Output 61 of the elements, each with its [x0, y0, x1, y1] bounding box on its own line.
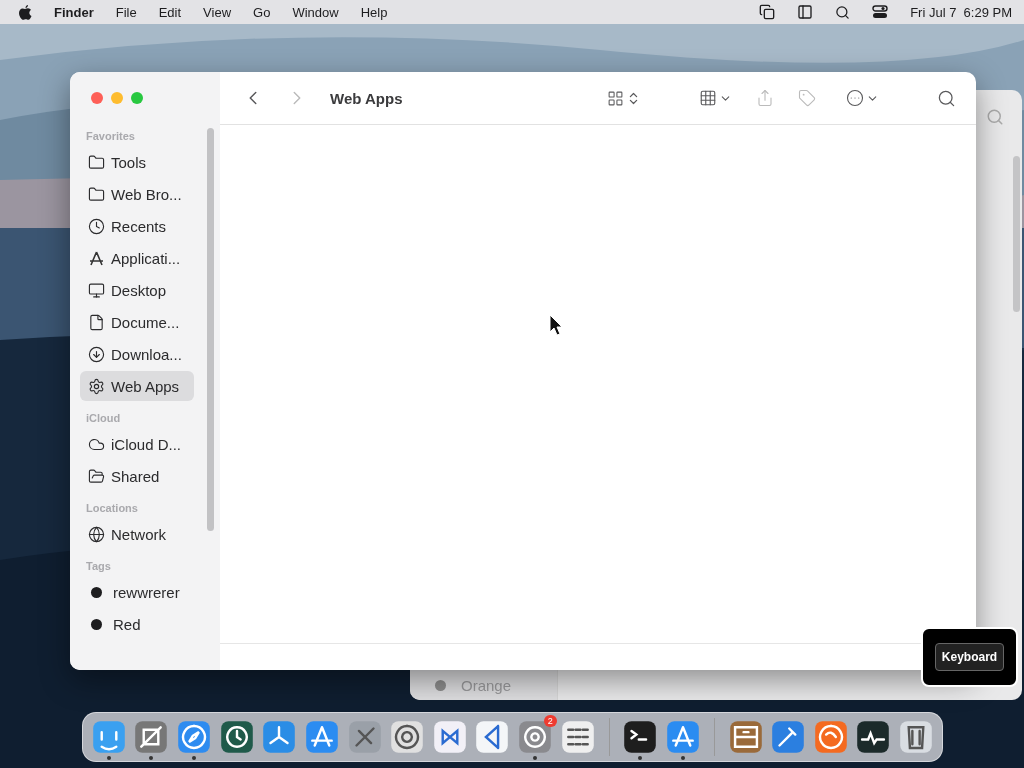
sidebar-item[interactable]: Red	[80, 609, 194, 639]
folder-icon	[88, 153, 105, 171]
clock-icon	[88, 217, 105, 235]
sidebar-item[interactable]: Tools	[80, 147, 194, 177]
control-center-icon[interactable]	[872, 4, 889, 20]
grid-icon	[607, 89, 624, 107]
ribbon-icon[interactable]	[432, 720, 467, 754]
sidebar-heading: Locations	[86, 502, 139, 514]
smiling-face-icon[interactable]	[91, 720, 126, 754]
angle-bracket-icon[interactable]	[475, 720, 510, 754]
close-button[interactable]	[91, 92, 103, 104]
shared-folder-icon	[88, 467, 105, 485]
sidebar-item[interactable]: rewwrerer	[80, 577, 194, 607]
trash-can-icon[interactable]	[899, 720, 934, 754]
sidebar-item[interactable]: Downloa...	[80, 339, 194, 369]
sidebar-heading: iCloud	[86, 412, 122, 424]
menu-item[interactable]: Go	[253, 4, 271, 20]
window-title: Web Apps	[330, 89, 403, 107]
hammer-icon[interactable]	[771, 720, 806, 754]
menu-item[interactable]: View	[203, 4, 232, 20]
sidebar-item[interactable]: iCloud D...	[80, 429, 194, 459]
ring-icon[interactable]	[390, 720, 425, 754]
menu-bar-clock[interactable]: Fri Jul 7 6:29 PM	[910, 4, 1012, 20]
sidebar-item[interactable]: Applicati...	[80, 243, 194, 273]
apple-logo-icon[interactable]	[18, 4, 32, 20]
sidebar-item[interactable]: Recents	[80, 211, 194, 241]
sidebar-item[interactable]: Shared	[80, 461, 194, 491]
keyboard-button[interactable]: Keyboard	[934, 643, 1005, 671]
menu-item[interactable]: Window	[292, 4, 339, 20]
globe-icon	[88, 525, 105, 543]
sidebar-heading: Tags	[86, 560, 112, 572]
sidebar-item[interactable]: Network	[80, 519, 194, 549]
terminal-icon[interactable]	[623, 720, 658, 754]
compass-a-icon	[88, 249, 105, 267]
menu-item[interactable]: File	[115, 4, 137, 20]
sidebar-panel-icon[interactable]	[797, 4, 814, 20]
drawer-icon[interactable]	[728, 720, 763, 754]
grid-icon	[699, 89, 717, 107]
search-icon	[986, 108, 1004, 126]
ellipsis-circle-icon	[846, 89, 864, 107]
sidebar-heading: Favorites	[86, 130, 136, 142]
app-grid-icon[interactable]	[560, 720, 595, 754]
sidebar-item[interactable]: Docume...	[80, 307, 194, 337]
download-icon	[88, 345, 105, 363]
app-menu[interactable]: Finder	[54, 4, 94, 20]
menu-item[interactable]: Help	[360, 4, 388, 20]
notification-badge: 2	[543, 715, 557, 727]
sidebar-item[interactable]: Desktop	[80, 275, 194, 305]
app-store-a-icon[interactable]	[304, 720, 339, 754]
folder-icon	[88, 185, 105, 203]
menu-item[interactable]: Edit	[158, 4, 182, 20]
compass-icon[interactable]	[177, 720, 212, 754]
cursor-icon	[549, 314, 563, 336]
windows-icon[interactable]	[759, 4, 776, 20]
document-icon	[88, 313, 105, 331]
search-icon[interactable]	[835, 4, 851, 20]
desktop-icon	[88, 281, 105, 299]
app-store-a-icon[interactable]	[665, 720, 700, 754]
sidebar-item[interactable]: Web Apps	[80, 371, 194, 401]
sidebar-item[interactable]: Web Bro...	[80, 179, 194, 209]
activity-graph-icon[interactable]	[856, 720, 891, 754]
